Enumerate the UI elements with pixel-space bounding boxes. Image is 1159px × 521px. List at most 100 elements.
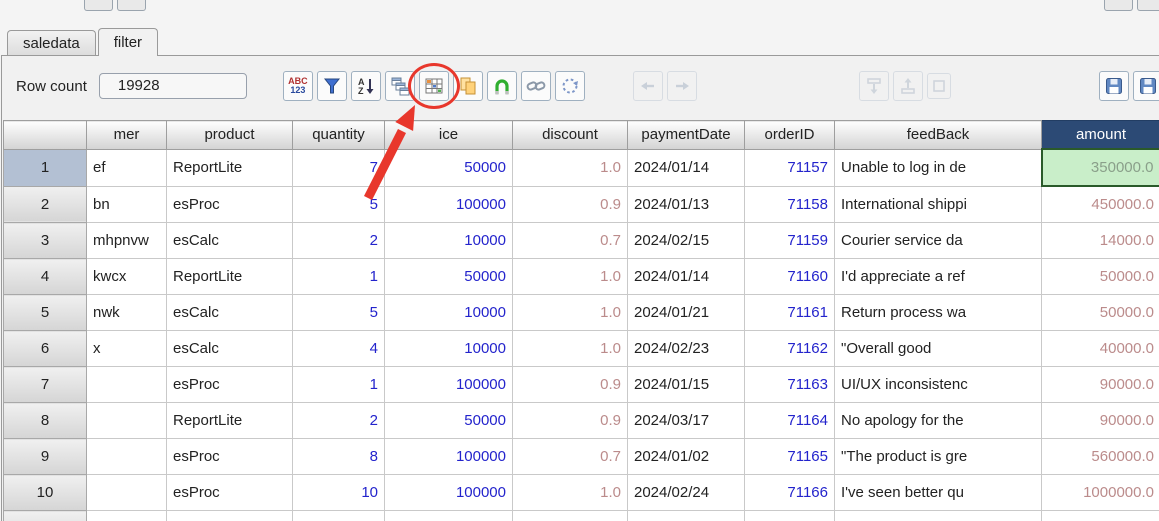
cell-price[interactable]: 10000: [385, 331, 513, 367]
tab-saledata[interactable]: saledata: [7, 30, 96, 56]
cell-product[interactable]: ReportLite: [167, 149, 293, 186]
cell-price[interactable]: 100000: [385, 475, 513, 511]
row-count-field[interactable]: 19928: [99, 73, 247, 99]
cell-discount[interactable]: 1.0: [513, 331, 628, 367]
cell-payment_date[interactable]: 2024/01/02: [628, 439, 745, 475]
cell-discount[interactable]: 1.0: [513, 295, 628, 331]
cell-order_id[interactable]: 71166: [745, 475, 835, 511]
cell-amount[interactable]: 1000000.0: [1042, 475, 1159, 511]
save-button[interactable]: [1099, 71, 1129, 101]
cell-payment_date[interactable]: 2024/02/24: [628, 475, 745, 511]
cell-customer[interactable]: kwcx: [87, 259, 167, 295]
row-number-cell[interactable]: 5: [4, 295, 87, 331]
cell-order_id[interactable]: 71161: [745, 295, 835, 331]
magnet-button[interactable]: [487, 71, 517, 101]
cell-quantity[interactable]: 2: [293, 223, 385, 259]
header-customer[interactable]: mer: [87, 121, 167, 150]
empty-cell[interactable]: [1042, 511, 1159, 521]
row-number-cell[interactable]: 1: [4, 149, 87, 186]
header-feedback[interactable]: feedBack: [835, 121, 1042, 150]
cell-amount[interactable]: 90000.0: [1042, 367, 1159, 403]
row-number-cell[interactable]: 8: [4, 403, 87, 439]
empty-cell[interactable]: [513, 511, 628, 521]
empty-cell[interactable]: [745, 511, 835, 521]
cell-discount[interactable]: 0.7: [513, 223, 628, 259]
row-number-cell[interactable]: 6: [4, 331, 87, 367]
cell-feedback[interactable]: Return process wa: [835, 295, 1042, 331]
cell-product[interactable]: esProc: [167, 439, 293, 475]
cell-amount[interactable]: 450000.0: [1042, 186, 1159, 223]
cell-product[interactable]: esProc: [167, 367, 293, 403]
cell-price[interactable]: 50000: [385, 403, 513, 439]
top-partial-button[interactable]: [84, 0, 113, 11]
cell-amount[interactable]: 40000.0: [1042, 331, 1159, 367]
copy-button[interactable]: [453, 71, 483, 101]
cell-feedback[interactable]: Unable to log in de: [835, 149, 1042, 186]
cell-quantity[interactable]: 10: [293, 475, 385, 511]
tab-filter[interactable]: filter: [98, 28, 158, 56]
cell-feedback[interactable]: No apology for the: [835, 403, 1042, 439]
sort-button[interactable]: A Z: [351, 71, 381, 101]
cell-quantity[interactable]: 2: [293, 403, 385, 439]
cell-customer[interactable]: [87, 403, 167, 439]
empty-cell[interactable]: [87, 511, 167, 521]
cell-feedback[interactable]: "The product is gre: [835, 439, 1042, 475]
cell-price[interactable]: 100000: [385, 367, 513, 403]
cell-feedback[interactable]: UI/UX inconsistenc: [835, 367, 1042, 403]
cell-product[interactable]: ReportLite: [167, 403, 293, 439]
cell-customer[interactable]: [87, 439, 167, 475]
row-number-cell[interactable]: 4: [4, 259, 87, 295]
save-all-button[interactable]: [1133, 71, 1159, 101]
row-number-cell[interactable]: 10: [4, 475, 87, 511]
cell-discount[interactable]: 1.0: [513, 259, 628, 295]
back-button[interactable]: [633, 71, 663, 101]
cell-product[interactable]: esProc: [167, 186, 293, 223]
header-payment-date[interactable]: paymentDate: [628, 121, 745, 150]
header-order-id[interactable]: orderID: [745, 121, 835, 150]
cell-order_id[interactable]: 71162: [745, 331, 835, 367]
cell-payment_date[interactable]: 2024/01/14: [628, 149, 745, 186]
row-number-cell[interactable]: 9: [4, 439, 87, 475]
cell-amount[interactable]: 50000.0: [1042, 295, 1159, 331]
cell-quantity[interactable]: 8: [293, 439, 385, 475]
cell-discount[interactable]: 0.9: [513, 367, 628, 403]
cell-payment_date[interactable]: 2024/03/17: [628, 403, 745, 439]
cell-amount[interactable]: 50000.0: [1042, 259, 1159, 295]
cell-price[interactable]: 10000: [385, 295, 513, 331]
top-partial-button[interactable]: [1104, 0, 1133, 11]
cell-feedback[interactable]: International shippi: [835, 186, 1042, 223]
cell-price[interactable]: 50000: [385, 149, 513, 186]
cell-customer[interactable]: x: [87, 331, 167, 367]
link-button[interactable]: [521, 71, 551, 101]
cell-discount[interactable]: 0.9: [513, 186, 628, 223]
cell-feedback[interactable]: I'd appreciate a ref: [835, 259, 1042, 295]
cell-customer[interactable]: ef: [87, 149, 167, 186]
cell-quantity[interactable]: 1: [293, 259, 385, 295]
top-partial-button[interactable]: [117, 0, 146, 11]
split-left-button[interactable]: [859, 71, 889, 101]
cell-product[interactable]: esCalc: [167, 295, 293, 331]
cell-feedback[interactable]: "Overall good: [835, 331, 1042, 367]
corner-header-cell[interactable]: [4, 121, 87, 150]
cell-customer[interactable]: [87, 475, 167, 511]
cell-discount[interactable]: 0.9: [513, 403, 628, 439]
cell-payment_date[interactable]: 2024/01/15: [628, 367, 745, 403]
cell-quantity[interactable]: 4: [293, 331, 385, 367]
cell-payment_date[interactable]: 2024/02/23: [628, 331, 745, 367]
header-product[interactable]: product: [167, 121, 293, 150]
cell-discount[interactable]: 0.7: [513, 439, 628, 475]
cell-product[interactable]: ReportLite: [167, 259, 293, 295]
row-number-cell[interactable]: [4, 511, 87, 521]
row-number-cell[interactable]: 3: [4, 223, 87, 259]
cell-payment_date[interactable]: 2024/01/21: [628, 295, 745, 331]
cell-price[interactable]: 100000: [385, 186, 513, 223]
cell-customer[interactable]: [87, 367, 167, 403]
cell-amount[interactable]: 350000.0: [1042, 149, 1159, 186]
empty-cell[interactable]: [628, 511, 745, 521]
forward-button[interactable]: [667, 71, 697, 101]
cell-price[interactable]: 100000: [385, 439, 513, 475]
header-quantity[interactable]: quantity: [293, 121, 385, 150]
cell-discount[interactable]: 1.0: [513, 149, 628, 186]
cell-order_id[interactable]: 71165: [745, 439, 835, 475]
header-amount[interactable]: amount: [1042, 121, 1159, 150]
